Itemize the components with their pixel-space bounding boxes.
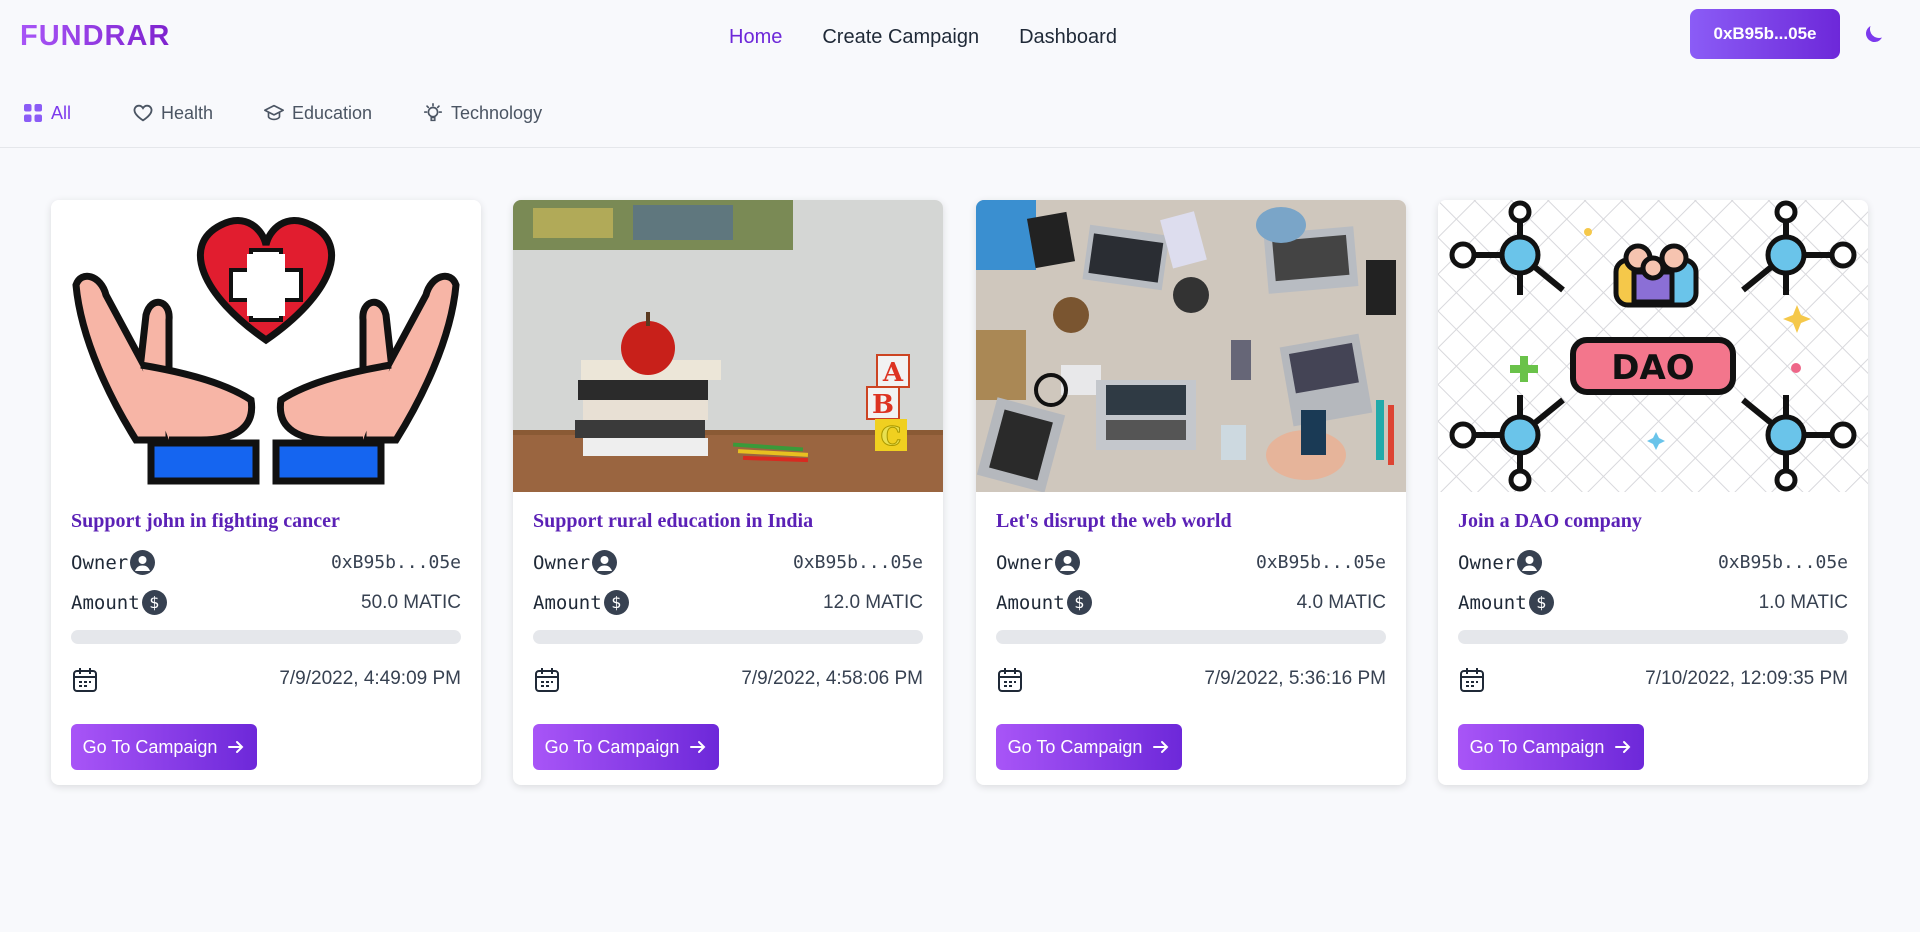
funding-progress-bar xyxy=(71,630,461,644)
wallet-address-button[interactable]: 0xB95b...05e xyxy=(1690,9,1840,59)
arrow-right-icon xyxy=(1615,741,1631,753)
owner-address: 0xB95b...05e xyxy=(792,552,923,573)
amount-row: Amount $ 12.0 MATIC xyxy=(533,590,923,615)
owner-address: 0xB95b...05e xyxy=(330,552,461,573)
calendar-icon xyxy=(1460,668,1484,692)
category-label: All xyxy=(51,102,72,123)
campaign-card: A B C Support rural education in India O… xyxy=(513,200,943,785)
arrow-right-icon xyxy=(690,741,706,753)
campaign-date: 7/9/2022, 4:58:06 PM xyxy=(741,668,923,689)
campaign-card: DAO Join a DAO company Owner 0xB95b...05… xyxy=(1438,200,1868,785)
category-all[interactable]: All xyxy=(22,102,71,124)
svg-text:$: $ xyxy=(149,593,159,612)
go-to-campaign-label: Go To Campaign xyxy=(544,736,680,757)
amount-label: Amount xyxy=(71,591,140,614)
user-icon xyxy=(592,550,618,575)
amount-row: Amount $ 4.0 MATIC xyxy=(996,590,1386,615)
arrow-right-icon xyxy=(1153,741,1169,753)
amount-value: 4.0 MATIC xyxy=(1296,591,1386,613)
campaign-image-education: A B C xyxy=(513,200,943,492)
category-health[interactable]: Health xyxy=(132,102,213,124)
moon-icon[interactable] xyxy=(1862,22,1886,46)
go-to-campaign-button[interactable]: Go To Campaign xyxy=(996,724,1182,770)
svg-text:DAO: DAO xyxy=(1611,348,1694,388)
owner-address: 0xB95b...05e xyxy=(1255,552,1386,573)
amount-value: 12.0 MATIC xyxy=(823,591,923,613)
nav-create-campaign[interactable]: Create Campaign xyxy=(822,26,979,49)
user-icon xyxy=(1517,550,1543,575)
app-logo[interactable]: FUNDRAR xyxy=(20,20,170,53)
go-to-campaign-button[interactable]: Go To Campaign xyxy=(71,724,257,770)
campaign-date: 7/10/2022, 12:09:35 PM xyxy=(1645,668,1848,689)
nav-home[interactable]: Home xyxy=(729,26,782,49)
campaign-card: Let's disrupt the web world Owner 0xB95b… xyxy=(976,200,1406,785)
lightbulb-icon xyxy=(423,103,443,122)
go-to-campaign-button[interactable]: Go To Campaign xyxy=(1458,724,1644,770)
funding-progress-bar xyxy=(1458,630,1848,644)
svg-text:C: C xyxy=(881,422,902,452)
nav-dashboard[interactable]: Dashboard xyxy=(1019,26,1117,49)
heart-icon xyxy=(133,104,153,122)
funding-progress-bar xyxy=(533,630,923,644)
category-technology[interactable]: Technology xyxy=(422,102,542,124)
owner-label: Owner xyxy=(533,551,591,574)
category-bar: All Health Education Technology xyxy=(0,96,1920,148)
amount-label: Amount xyxy=(996,591,1065,614)
grid-icon xyxy=(24,104,42,122)
amount-label: Amount xyxy=(1458,591,1527,614)
owner-row: Owner 0xB95b...05e xyxy=(1458,550,1848,575)
owner-address: 0xB95b...05e xyxy=(1717,552,1848,573)
category-label: Health xyxy=(161,102,214,123)
campaign-image-health xyxy=(51,200,481,492)
owner-label: Owner xyxy=(996,551,1054,574)
amount-row: Amount $ 50.0 MATIC xyxy=(71,590,461,615)
svg-text:$: $ xyxy=(1536,593,1546,612)
go-to-campaign-label: Go To Campaign xyxy=(1469,736,1605,757)
category-education[interactable]: Education xyxy=(263,102,372,124)
dollar-icon: $ xyxy=(141,590,167,615)
calendar-icon xyxy=(998,668,1022,692)
user-icon xyxy=(130,550,156,575)
campaign-card: Support john in fighting cancer Owner 0x… xyxy=(51,200,481,785)
amount-label: Amount xyxy=(533,591,602,614)
calendar-icon xyxy=(535,668,559,692)
arrow-right-icon xyxy=(228,741,244,753)
go-to-campaign-button[interactable]: Go To Campaign xyxy=(533,724,719,770)
go-to-campaign-label: Go To Campaign xyxy=(1007,736,1143,757)
dollar-icon: $ xyxy=(1066,590,1092,615)
amount-row: Amount $ 1.0 MATIC xyxy=(1458,590,1848,615)
campaign-title[interactable]: Let's disrupt the web world xyxy=(996,510,1232,533)
campaign-image-technology xyxy=(976,200,1406,492)
owner-row: Owner 0xB95b...05e xyxy=(533,550,923,575)
svg-text:B: B xyxy=(872,390,894,420)
amount-value: 1.0 MATIC xyxy=(1758,591,1848,613)
campaign-title[interactable]: Join a DAO company xyxy=(1458,510,1642,533)
category-label: Technology xyxy=(451,102,543,123)
dollar-icon: $ xyxy=(603,590,629,615)
go-to-campaign-label: Go To Campaign xyxy=(82,736,218,757)
owner-label: Owner xyxy=(1458,551,1516,574)
campaign-date: 7/9/2022, 5:36:16 PM xyxy=(1204,668,1386,689)
svg-text:A: A xyxy=(882,358,904,388)
svg-text:$: $ xyxy=(611,593,621,612)
main-nav: Home Create Campaign Dashboard xyxy=(729,26,1117,49)
top-header: FUNDRAR Home Create Campaign Dashboard 0… xyxy=(0,0,1920,78)
owner-label: Owner xyxy=(71,551,129,574)
campaign-title[interactable]: Support john in fighting cancer xyxy=(71,510,340,533)
amount-value: 50.0 MATIC xyxy=(361,591,461,613)
svg-text:$: $ xyxy=(1074,593,1084,612)
owner-row: Owner 0xB95b...05e xyxy=(996,550,1386,575)
dollar-icon: $ xyxy=(1528,590,1554,615)
campaign-image-dao: DAO xyxy=(1438,200,1868,492)
campaign-date: 7/9/2022, 4:49:09 PM xyxy=(279,668,461,689)
calendar-icon xyxy=(73,668,97,692)
category-label: Education xyxy=(292,102,373,123)
user-icon xyxy=(1055,550,1081,575)
funding-progress-bar xyxy=(996,630,1386,644)
graduation-cap-icon xyxy=(264,104,284,121)
campaign-title[interactable]: Support rural education in India xyxy=(533,510,813,533)
owner-row: Owner 0xB95b...05e xyxy=(71,550,461,575)
